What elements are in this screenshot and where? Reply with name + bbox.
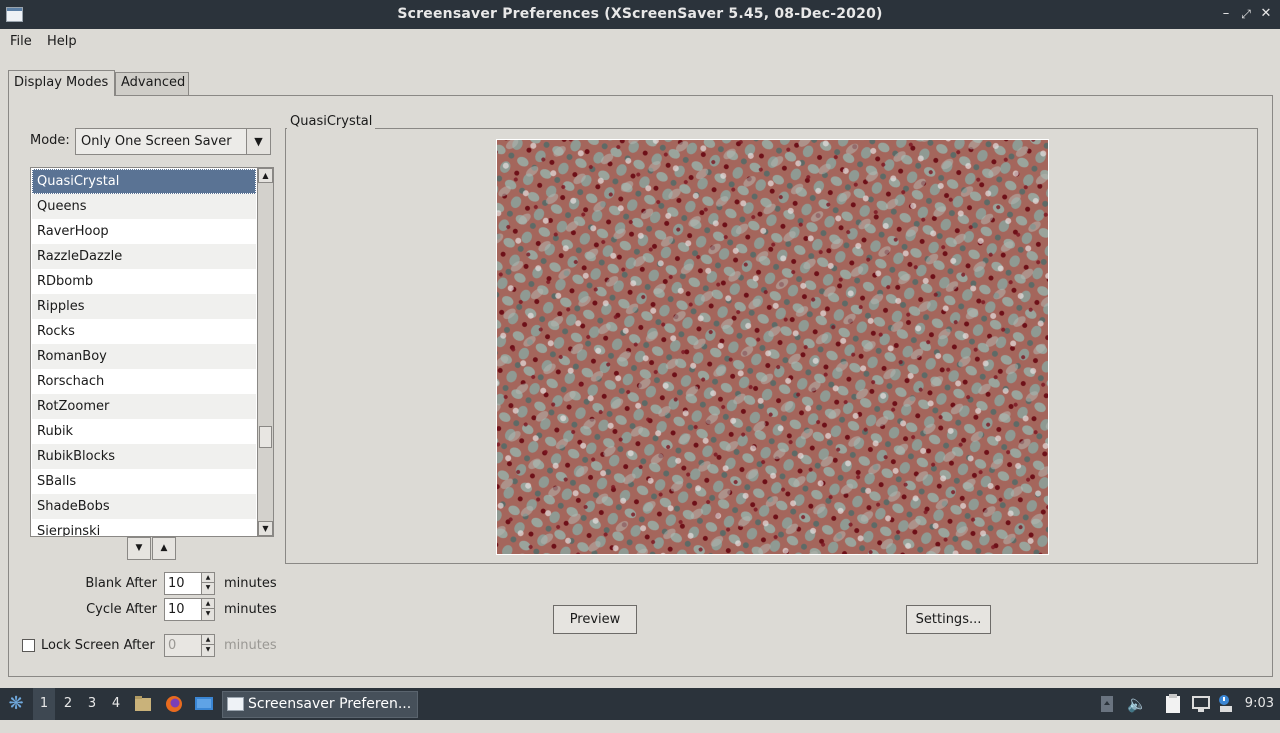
- firefox-icon[interactable]: [164, 688, 184, 720]
- list-item[interactable]: Ripples: [32, 294, 256, 319]
- list-item[interactable]: RaverHoop: [32, 219, 256, 244]
- notification-icon[interactable]: [1216, 688, 1236, 720]
- list-item[interactable]: Rorschach: [32, 369, 256, 394]
- list-item[interactable]: Sierpinski: [32, 519, 256, 536]
- network-icon[interactable]: [1191, 688, 1211, 720]
- quasicrystal-pattern: [497, 140, 1048, 554]
- taskbar-window-button[interactable]: Screensaver Preferen...: [222, 691, 418, 718]
- file-manager-icon[interactable]: [134, 688, 154, 720]
- tab-display-modes[interactable]: Display Modes: [8, 70, 115, 96]
- scroll-up-icon[interactable]: ▲: [258, 168, 273, 183]
- list-item[interactable]: RubikBlocks: [32, 444, 256, 469]
- taskbar-window-label: Screensaver Preferen...: [248, 696, 412, 712]
- lock-screen-checkbox[interactable]: [22, 639, 35, 652]
- menu-file[interactable]: File: [10, 34, 32, 49]
- blank-after-spinbox[interactable]: 10 ▲ ▼: [164, 572, 215, 595]
- list-item[interactable]: Queens: [32, 194, 256, 219]
- list-scrollbar[interactable]: ▲ ▼: [257, 168, 273, 536]
- workspace-4[interactable]: 4: [105, 688, 127, 720]
- app-window-icon: [227, 697, 244, 711]
- spin-down-icon[interactable]: ▼: [202, 583, 214, 593]
- blank-after-value: 10: [168, 576, 185, 591]
- taskbar-clock[interactable]: 9:03: [1245, 688, 1274, 720]
- list-item[interactable]: RDbomb: [32, 269, 256, 294]
- preview-button[interactable]: Preview: [553, 605, 637, 634]
- list-item[interactable]: RazzleDazzle: [32, 244, 256, 269]
- chevron-down-icon[interactable]: ▼: [246, 129, 270, 154]
- list-item[interactable]: QuasiCrystal: [32, 169, 256, 194]
- move-up-button[interactable]: ▲: [152, 537, 176, 560]
- mode-label: Mode:: [30, 133, 70, 148]
- lock-screen-label: Lock Screen After: [41, 638, 155, 653]
- list-item[interactable]: Rubik: [32, 419, 256, 444]
- workspace-2[interactable]: 2: [57, 688, 79, 720]
- cycle-after-spinbox[interactable]: 10 ▲ ▼: [164, 598, 215, 621]
- list-item[interactable]: ShadeBobs: [32, 494, 256, 519]
- tab-advanced[interactable]: Advanced: [115, 72, 189, 95]
- cycle-after-label: Cycle After: [86, 602, 157, 617]
- start-menu-icon[interactable]: ❋: [4, 688, 28, 720]
- mode-value: Only One Screen Saver: [81, 134, 232, 149]
- preview-frame-label: QuasiCrystal: [287, 114, 376, 129]
- move-down-button[interactable]: ▼: [127, 537, 151, 560]
- blank-after-unit: minutes: [224, 576, 277, 591]
- list-item[interactable]: Rocks: [32, 319, 256, 344]
- clipboard-icon[interactable]: [1163, 688, 1183, 720]
- maximize-icon[interactable]: ⤢: [1237, 5, 1255, 23]
- spin-up-icon[interactable]: ▲: [202, 599, 214, 609]
- scrollbar-thumb[interactable]: [259, 426, 272, 448]
- window-titlebar[interactable]: Screensaver Preferences (XScreenSaver 5.…: [0, 0, 1280, 29]
- lock-after-unit: minutes: [224, 638, 277, 653]
- lock-after-spinbox[interactable]: 0 ▲ ▼: [164, 634, 215, 657]
- list-item[interactable]: RomanBoy: [32, 344, 256, 369]
- screensaver-list-items: QuasiCrystal Queens RaverHoop RazzleDazzle R…: [32, 169, 256, 536]
- spin-up-icon[interactable]: ▲: [202, 635, 214, 645]
- workspace-3[interactable]: 3: [81, 688, 103, 720]
- list-item[interactable]: SBalls: [32, 469, 256, 494]
- taskbar: ❋ 1234 Screensaver Preferen... 🔈 9:03: [0, 688, 1280, 720]
- volume-icon[interactable]: 🔈: [1127, 688, 1147, 720]
- screensaver-list[interactable]: QuasiCrystal Queens RaverHoop RazzleDazzle R…: [30, 167, 274, 537]
- desktop-icon[interactable]: [194, 688, 214, 720]
- spin-down-icon[interactable]: ▼: [202, 609, 214, 619]
- menu-help[interactable]: Help: [47, 34, 77, 49]
- minimize-icon[interactable]: –: [1217, 5, 1235, 23]
- eject-icon[interactable]: [1099, 688, 1117, 720]
- settings-button[interactable]: Settings...: [906, 605, 991, 634]
- screensaver-preview-image: [496, 139, 1049, 555]
- spin-down-icon[interactable]: ▼: [202, 645, 214, 655]
- lock-after-value: 0: [168, 638, 177, 653]
- scroll-down-icon[interactable]: ▼: [258, 521, 273, 536]
- close-icon[interactable]: ✕: [1257, 5, 1275, 23]
- menu-bar: File Help: [0, 29, 1280, 54]
- cycle-after-value: 10: [168, 602, 185, 617]
- mode-dropdown[interactable]: Only One Screen Saver ▼: [75, 128, 271, 155]
- cycle-after-unit: minutes: [224, 602, 277, 617]
- window-title: Screensaver Preferences (XScreenSaver 5.…: [397, 6, 883, 22]
- list-item[interactable]: RotZoomer: [32, 394, 256, 419]
- spin-up-icon[interactable]: ▲: [202, 573, 214, 583]
- workspace-1[interactable]: 1: [33, 688, 55, 720]
- blank-after-label: Blank After: [85, 576, 157, 591]
